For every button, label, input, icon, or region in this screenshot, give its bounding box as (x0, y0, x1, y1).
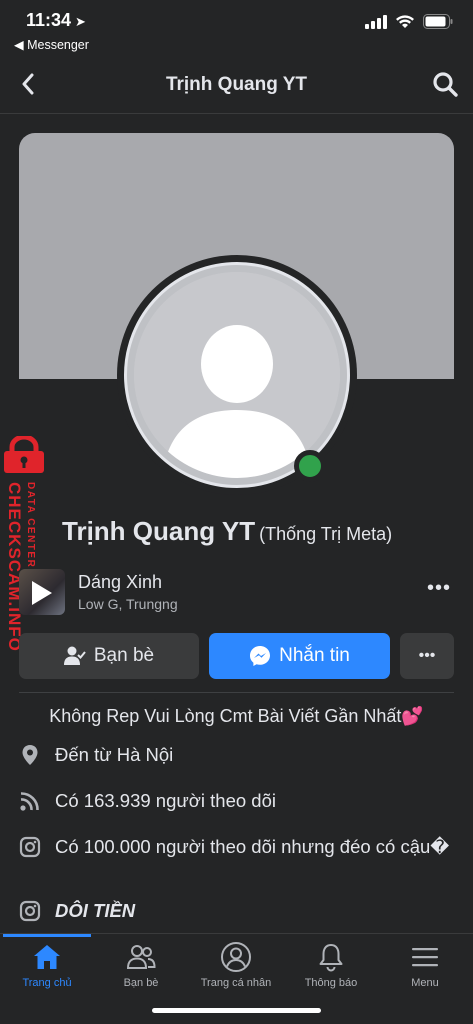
back-to-app-link[interactable]: ◀ Messenger (14, 37, 89, 52)
friend-check-icon (63, 646, 86, 665)
status-icons (365, 14, 453, 29)
music-artist: Low G, Trungng (78, 596, 178, 612)
lock-logo-icon (4, 436, 44, 473)
tab-label: Trang chủ (22, 977, 72, 989)
profile-music[interactable]: Dáng Xinh Low G, Trungng ••• (19, 569, 459, 615)
search-button[interactable] (431, 70, 459, 98)
profile-name: Trịnh Quang YT (Thống Trị Meta) (62, 516, 392, 547)
info-instagram-1: Có 100.000 người theo dõi nhưng đéo có c… (19, 835, 459, 858)
profile-bio: Không Rep Vui Lòng Cmt Bài Viết Gần Nhất… (49, 706, 424, 726)
instagram-icon (19, 900, 41, 922)
tab-notifications[interactable]: Thông báo (284, 940, 378, 989)
tab-profile[interactable]: Trang cá nhân (189, 940, 283, 989)
divider (19, 692, 454, 693)
location-pin-icon (22, 745, 38, 765)
watermark-site-text: CHECKSCAM.INFO (5, 482, 24, 652)
home-icon (34, 945, 60, 969)
battery-icon (423, 14, 453, 29)
default-avatar-icon (134, 272, 340, 478)
menu-icon (412, 948, 438, 967)
followers-text: Có 163.939 người theo dõi (55, 790, 276, 811)
page-title: Trịnh Quang YT (165, 74, 308, 95)
nav-bar: Trịnh Quang YT (0, 56, 473, 114)
info-location: Đến từ Hà Nội (19, 743, 459, 766)
bell-icon (319, 944, 343, 972)
rss-followers-icon (20, 792, 39, 811)
tab-label: Bạn bè (123, 977, 159, 989)
tab-label: Trang cá nhân (200, 977, 272, 989)
instagram-icon (19, 836, 41, 858)
status-time: 11:34 ➤ (26, 10, 86, 31)
search-icon (433, 72, 458, 97)
profile-nickname: (Thống Trị Meta) (259, 524, 393, 544)
watermark: CHECKSCAM.INFO DATA CENTER (2, 436, 50, 666)
friends-icon (126, 945, 156, 969)
tab-friends[interactable]: Bạn bè (94, 940, 188, 989)
messenger-icon (250, 646, 271, 666)
active-tab-indicator (3, 934, 91, 937)
info-followers: Có 163.939 người theo dõi (19, 789, 459, 812)
info-instagram-2: DÔI TIỀN (19, 899, 459, 922)
tab-home[interactable]: Trang chủ (0, 940, 94, 989)
location-arrow-icon: ➤ (75, 14, 86, 29)
status-time-text: 11:34 (26, 10, 72, 30)
message-button-label: Nhắn tin (279, 645, 350, 666)
home-indicator[interactable] (152, 1008, 321, 1013)
music-thumbnail[interactable] (19, 569, 65, 615)
tab-label: Thông báo (304, 977, 358, 989)
profile-icon (221, 942, 251, 972)
wifi-icon (396, 15, 414, 28)
more-actions-button[interactable]: ••• (400, 633, 454, 679)
signal-icon (365, 14, 387, 29)
instagram-text-1[interactable]: Có 100.000 người theo dõi nhưng đéo có c… (55, 835, 449, 858)
tab-label: Menu (411, 977, 439, 989)
online-status-dot (294, 450, 326, 482)
avatar-placeholder (134, 272, 340, 478)
friends-button-label: Bạn bè (93, 645, 155, 666)
play-icon (32, 581, 52, 605)
friends-button[interactable]: Bạn bè (19, 633, 199, 679)
message-button[interactable]: Nhắn tin (209, 633, 390, 679)
location-text: Đến từ Hà Nội (55, 744, 174, 765)
music-more-button[interactable]: ••• (427, 577, 451, 600)
music-title: Dáng Xinh (78, 572, 163, 592)
tab-menu[interactable]: Menu (378, 940, 472, 989)
watermark-sub-text: DATA CENTER (25, 482, 36, 568)
status-bar: 11:34 ➤ ◀ Messenger (0, 0, 473, 56)
profile-name-text: Trịnh Quang YT (62, 516, 256, 546)
instagram-text-2[interactable]: DÔI TIỀN (55, 899, 135, 922)
